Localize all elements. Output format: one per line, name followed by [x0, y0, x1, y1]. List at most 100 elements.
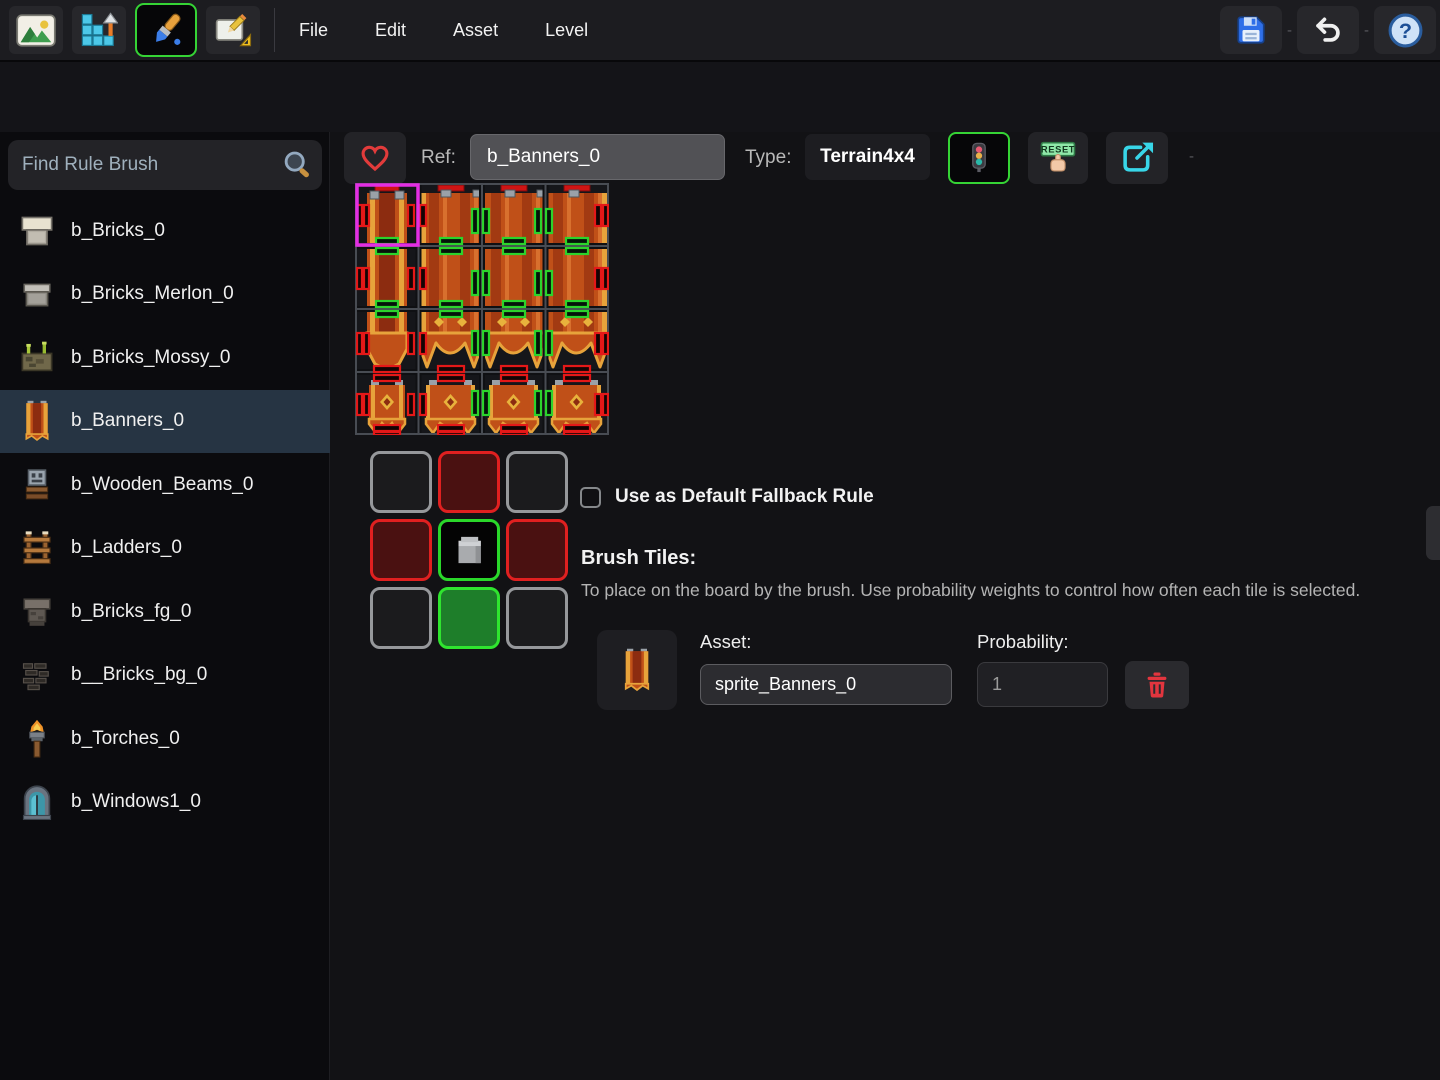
vertical-scrollbar-thumb[interactable] — [1426, 506, 1440, 560]
brush-tile-thumbnail[interactable] — [597, 630, 677, 710]
bricks-icon — [18, 212, 56, 250]
toolbar-divider — [274, 8, 275, 52]
rule-brush-editor-window: File Edit Asset Level - — [0, 0, 1440, 1080]
rule-cell-bottom-left[interactable] — [370, 587, 432, 649]
brush-item-bricks[interactable]: b_Bricks_0 — [0, 199, 330, 263]
delete-tile-button[interactable] — [1125, 661, 1189, 709]
probability-label: Probability: — [977, 631, 1069, 653]
banner-field-wide — [419, 185, 608, 367]
window-icon — [18, 783, 56, 821]
toolbar-actions: - - ? — [1220, 6, 1436, 54]
brush-item-bricks-bg[interactable]: b__Bricks_bg_0 — [0, 644, 330, 708]
ref-input[interactable] — [470, 134, 725, 180]
bricks-fg-icon — [18, 593, 56, 631]
svg-text:?: ? — [1398, 18, 1411, 43]
svg-text:RESET: RESET — [1041, 144, 1075, 155]
menubar: File Edit Asset Level — [299, 20, 588, 41]
undo-icon — [1311, 13, 1345, 47]
save-button[interactable] — [1220, 6, 1282, 54]
rule-cell-top-left[interactable] — [370, 451, 432, 513]
fallback-checkbox[interactable] — [580, 487, 601, 508]
brush-item-bricks-merlon[interactable]: b_Bricks_Merlon_0 — [0, 263, 330, 327]
brush-item-label: b_Ladders_0 — [71, 537, 182, 559]
rule-cell-right[interactable] — [506, 519, 568, 581]
rule-cell-center[interactable] — [438, 519, 500, 581]
search-input[interactable] — [8, 154, 281, 176]
brush-item-label: b_Windows1_0 — [71, 791, 201, 813]
bricks-bg-icon — [18, 656, 56, 694]
torch-icon — [18, 720, 56, 758]
type-select-button[interactable]: Terrain4x4 — [805, 134, 930, 180]
export-button[interactable] — [1106, 132, 1168, 184]
separator-dash: - — [1364, 22, 1369, 39]
brush-item-windows[interactable]: b_Windows1_0 — [0, 771, 330, 835]
image-tool-button[interactable] — [9, 6, 63, 54]
separator-dash: - — [1189, 148, 1194, 165]
brush-item-label: b_Bricks_0 — [71, 220, 165, 242]
neighbor-rule-grid — [370, 451, 568, 649]
asset-label: Asset: — [700, 631, 751, 653]
brush-item-ladders[interactable]: b_Ladders_0 — [0, 517, 330, 581]
heart-icon — [358, 141, 392, 175]
brush-item-label: b_Bricks_fg_0 — [71, 601, 191, 623]
level-notes-tool-icon — [213, 13, 253, 48]
brush-item-wooden-beams[interactable]: b_Wooden_Beams_0 — [0, 453, 330, 517]
brush-tool-icon — [147, 11, 185, 49]
rule-cell-left[interactable] — [370, 519, 432, 581]
favorite-button[interactable] — [344, 132, 406, 184]
reset-rule-button[interactable]: RESET — [1028, 132, 1088, 184]
brush-item-bricks-fg[interactable]: b_Bricks_fg_0 — [0, 580, 330, 644]
rule-brush-sidebar: b_Bricks_0 b_Bricks_Merlon_0 — [0, 132, 330, 1080]
brush-item-label: b_Bricks_Merlon_0 — [71, 283, 234, 305]
tilemap-tool-button[interactable] — [72, 6, 126, 54]
search-icon — [281, 149, 313, 181]
rule-brush-list: b_Bricks_0 b_Bricks_Merlon_0 — [0, 199, 330, 834]
rule-brush-header: Rule Brushes + Ref: Type: Terrain4x4 — [0, 62, 1440, 132]
brush-item-torches[interactable]: b_Torches_0 — [0, 707, 330, 771]
traffic-light-icon — [961, 140, 997, 176]
brush-item-label: b__Bricks_bg_0 — [71, 664, 207, 686]
tilemap-tool-icon — [80, 11, 118, 49]
undo-button[interactable] — [1297, 6, 1359, 54]
level-notes-tool-button[interactable] — [206, 6, 260, 54]
trash-icon — [1142, 670, 1172, 700]
rule-cell-bottom-right[interactable] — [506, 587, 568, 649]
block-icon — [448, 529, 490, 571]
rule-cell-top[interactable] — [438, 451, 500, 513]
menu-edit[interactable]: Edit — [375, 20, 406, 41]
probability-input[interactable] — [977, 662, 1108, 707]
brush-item-label: b_Wooden_Beams_0 — [71, 474, 253, 496]
brush-item-label: b_Bricks_Mossy_0 — [71, 347, 230, 369]
reset-icon: RESET — [1038, 138, 1078, 178]
type-label: Type: — [745, 147, 791, 169]
brush-item-label: b_Torches_0 — [71, 728, 180, 750]
menu-level[interactable]: Level — [545, 20, 588, 41]
banner-tile-icon — [617, 647, 657, 693]
ladder-icon — [18, 529, 56, 567]
menu-asset[interactable]: Asset — [453, 20, 498, 41]
menu-file[interactable]: File — [299, 20, 328, 41]
bricks-mossy-icon — [18, 339, 56, 377]
bricks-merlon-icon — [18, 275, 56, 313]
rule-cell-top-right[interactable] — [506, 451, 568, 513]
image-tool-icon — [16, 14, 56, 47]
separator-dash: - — [1287, 22, 1292, 39]
rule-mode-toggle-button[interactable] — [948, 132, 1010, 184]
wooden-beams-icon — [18, 466, 56, 504]
export-icon — [1118, 139, 1156, 177]
brush-tiles-title: Brush Tiles: — [581, 547, 696, 570]
brush-item-banners[interactable]: b_Banners_0 — [0, 390, 330, 454]
search-box — [8, 140, 322, 190]
banner-column-narrow — [367, 185, 407, 370]
help-icon: ? — [1387, 12, 1424, 49]
brush-item-label: b_Banners_0 — [71, 410, 184, 432]
brush-item-bricks-mossy[interactable]: b_Bricks_Mossy_0 — [0, 326, 330, 390]
tileset-preview[interactable] — [355, 183, 609, 435]
save-icon — [1234, 13, 1268, 47]
rule-cell-bottom[interactable] — [438, 587, 500, 649]
brush-tool-button[interactable] — [135, 3, 197, 57]
asset-input[interactable] — [700, 664, 952, 705]
help-button[interactable]: ? — [1374, 6, 1436, 54]
fallback-rule-row: Use as Default Fallback Rule — [580, 486, 874, 508]
top-toolbar: File Edit Asset Level - — [0, 0, 1440, 62]
